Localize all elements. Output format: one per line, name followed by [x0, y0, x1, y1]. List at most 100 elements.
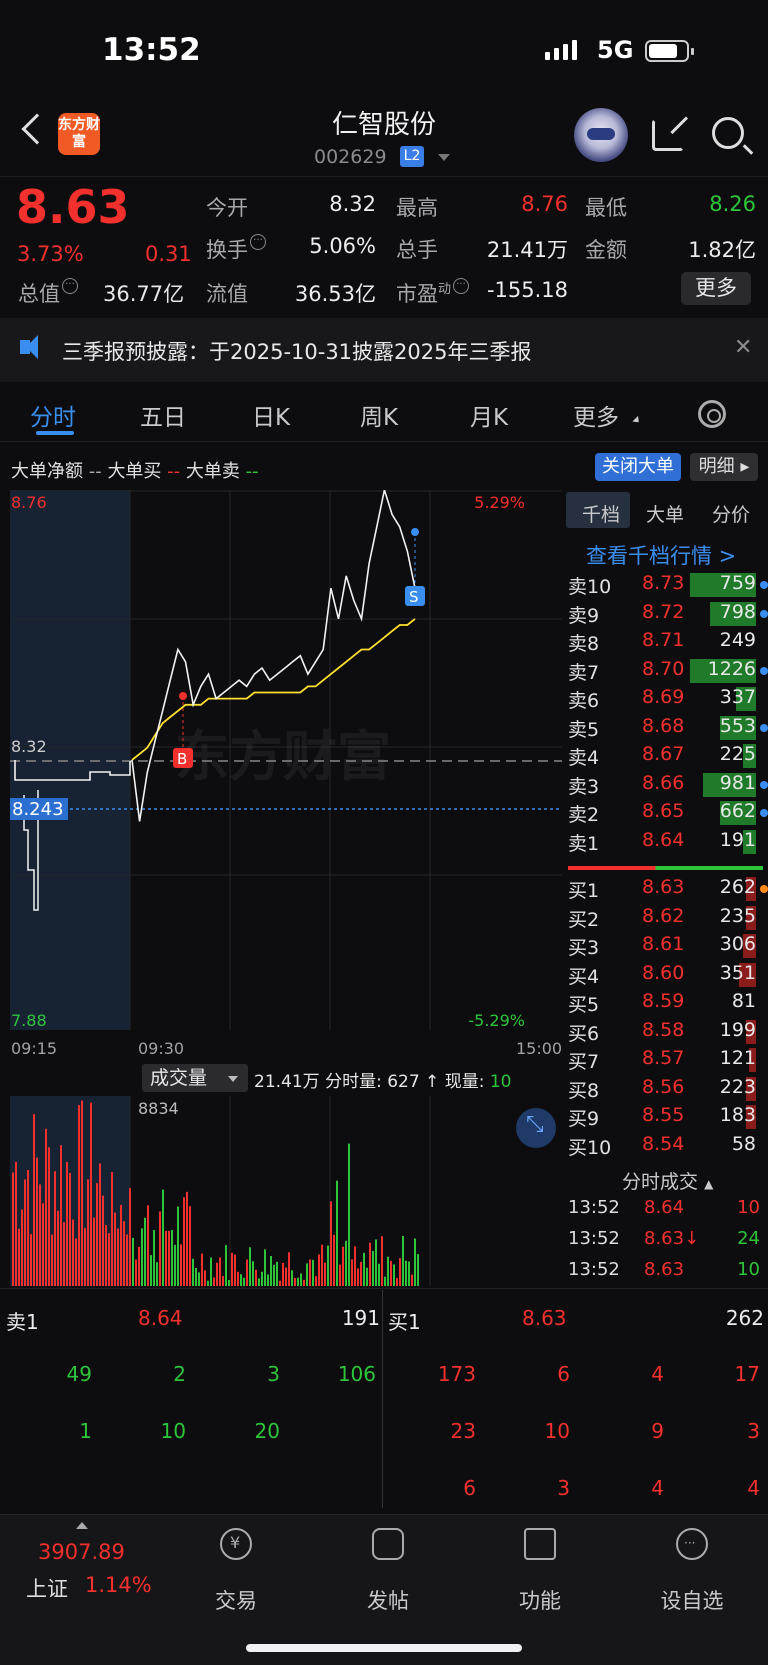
queue-order: 4: [651, 1476, 664, 1500]
ask-level[interactable]: 卖1 8.64 191: [568, 829, 768, 857]
bid-level[interactable]: 买8 8.56 223: [568, 1076, 768, 1104]
bid-level[interactable]: 买1 8.63 262: [568, 876, 768, 904]
more-button[interactable]: 更多: [681, 272, 751, 305]
book-divider: [568, 866, 763, 870]
tab-thousand-levels[interactable]: 千档: [582, 500, 620, 527]
info-icon[interactable]: ···: [62, 278, 78, 294]
pct-min-label: -5.29%: [468, 1011, 525, 1030]
notice-text[interactable]: 三季报预披露：于2025-10-31披露2025年三季报: [62, 336, 531, 366]
ask-level[interactable]: 卖2 8.65 662: [568, 800, 768, 828]
volume-bar: [144, 1217, 146, 1286]
volume-bar: [201, 1253, 203, 1286]
volume-bar: [213, 1277, 215, 1286]
queue-order: 23: [450, 1419, 476, 1443]
assistant-avatar-icon[interactable]: [574, 108, 628, 162]
tab-more[interactable]: 更多: [573, 398, 619, 432]
level-price: 8.59: [642, 990, 685, 1012]
level-label: 卖4: [568, 747, 600, 769]
level-volume: 759: [719, 572, 756, 594]
caret-up-icon[interactable]: [76, 1522, 88, 1529]
volume-bar: [153, 1229, 155, 1286]
level-volume: 58: [731, 1132, 756, 1155]
volume-bar: [237, 1271, 239, 1286]
ticks-title[interactable]: 分时成交 ▲: [622, 1167, 713, 1194]
level-dot-icon: [760, 581, 768, 589]
index-pct[interactable]: 1.14%: [85, 1573, 152, 1597]
volume-bar: [180, 1244, 182, 1286]
bid-level[interactable]: 买7 8.57 121: [568, 1047, 768, 1075]
nav-functions[interactable]: 功能: [490, 1585, 590, 1615]
ask-level[interactable]: 卖4 8.67 225: [568, 743, 768, 771]
bid-level[interactable]: 买9 8.55 183: [568, 1104, 768, 1132]
nav-trade[interactable]: 交易: [186, 1585, 286, 1615]
queue-order: 4: [747, 1476, 760, 1500]
search-icon[interactable]: [712, 117, 744, 149]
amount-value: 1.82亿: [688, 238, 756, 262]
level-price: 8.62: [642, 904, 685, 927]
close-icon[interactable]: ✕: [734, 335, 752, 360]
close-big-order-button[interactable]: 关闭大单: [595, 453, 681, 481]
big-order-legend: 大单净额 -- 大单买 -- 大单卖 --: [11, 461, 259, 482]
volume-bar: [210, 1257, 212, 1286]
tab-intraday[interactable]: 分时: [30, 398, 76, 432]
legend-sell-label: 大单卖: [185, 461, 240, 482]
ask-level[interactable]: 卖7 8.70 1226: [568, 658, 768, 686]
volume-bar: [12, 1172, 14, 1286]
functions-icon[interactable]: [524, 1528, 556, 1560]
info-icon[interactable]: ···: [453, 278, 470, 294]
level-volume: 981: [719, 771, 756, 794]
trade-icon[interactable]: ¥: [220, 1528, 252, 1560]
ask-level[interactable]: 卖8 8.71 249: [568, 629, 768, 657]
total-value: 36.77亿: [103, 282, 185, 306]
watchlist-icon[interactable]: ···: [676, 1528, 708, 1560]
level-price: 8.67: [642, 743, 685, 765]
post-icon[interactable]: [372, 1528, 404, 1560]
gear-icon[interactable]: [698, 400, 726, 428]
nav-add-watchlist[interactable]: 设自选: [642, 1585, 742, 1615]
float-value-label: 流值: [206, 282, 248, 306]
bid-level[interactable]: 买6 8.58 199: [568, 1019, 768, 1047]
volume-bar: [285, 1267, 287, 1286]
bid-level[interactable]: 买10 8.54 58: [568, 1133, 768, 1161]
info-icon[interactable]: ···: [250, 234, 266, 250]
tab-price-dist[interactable]: 分价: [712, 500, 750, 527]
volume-bar: [99, 1163, 101, 1286]
volume-value: 21.41万: [486, 238, 568, 262]
nav-post[interactable]: 发帖: [338, 1585, 438, 1615]
volume-indicator-select[interactable]: 成交量: [142, 1064, 248, 1092]
tab-weekly-k[interactable]: 周K: [360, 398, 398, 432]
volume-bar: [27, 1170, 29, 1286]
volume-bar: [132, 1237, 134, 1286]
thousand-levels-link[interactable]: 查看千档行情 >: [586, 540, 736, 570]
ask-level[interactable]: 卖9 8.72 798: [568, 601, 768, 629]
bid-level[interactable]: 买5 8.59 81: [568, 990, 768, 1018]
tab-daily-k[interactable]: 日K: [252, 398, 290, 432]
volume-chart[interactable]: 8834: [10, 1096, 562, 1286]
ask-level[interactable]: 卖5 8.68 553: [568, 715, 768, 743]
ask-level[interactable]: 卖6 8.69 337: [568, 686, 768, 714]
expand-icon[interactable]: [516, 1108, 556, 1148]
share-icon[interactable]: [652, 119, 684, 151]
index-name[interactable]: 上证: [26, 1573, 68, 1603]
tab-monthly-k[interactable]: 月K: [470, 398, 508, 432]
bid-level[interactable]: 买4 8.60 351: [568, 962, 768, 990]
level-badge[interactable]: L2: [400, 146, 424, 167]
level-volume: 225: [719, 743, 756, 765]
bid-level[interactable]: 买2 8.62 235: [568, 905, 768, 933]
bid-level[interactable]: 买3 8.61 306: [568, 933, 768, 961]
volume-bar: [33, 1114, 35, 1286]
volume-bar: [267, 1274, 269, 1286]
chevron-down-icon[interactable]: [438, 154, 450, 161]
volume-bar: [333, 1234, 335, 1286]
detail-button[interactable]: 明细 ▸: [690, 453, 758, 481]
tab-five-day[interactable]: 五日: [140, 398, 186, 432]
volume-bar: [408, 1261, 410, 1286]
index-value[interactable]: 3907.89: [38, 1540, 125, 1564]
ask-level[interactable]: 卖3 8.66 981: [568, 772, 768, 800]
watermark: 东方财富: [175, 725, 391, 788]
ask-level[interactable]: 卖10 8.73 759: [568, 572, 768, 600]
x-label-open: 09:15: [11, 1039, 58, 1058]
y-max-label: 8.76: [11, 493, 47, 512]
tab-big-orders[interactable]: 大单: [646, 500, 684, 527]
intraday-chart[interactable]: 东方财富 B S 8.243 8.76 8.32 7.88 5.29% -5.2…: [10, 490, 562, 1030]
